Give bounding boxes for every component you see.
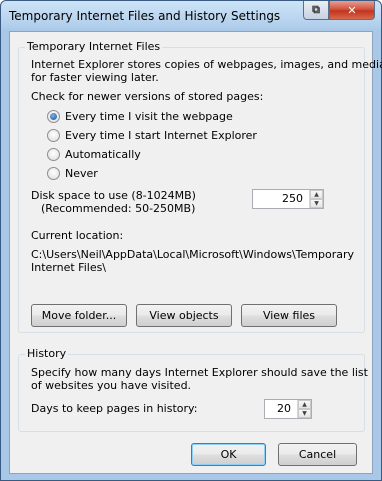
spin-up-icon[interactable]: ▲	[310, 190, 323, 199]
cancel-button[interactable]: Cancel	[278, 443, 357, 466]
temp-files-group: Temporary Internet Files Internet Explor…	[18, 40, 382, 333]
help-button[interactable]: ⧉	[303, 1, 329, 20]
check-versions-label: Check for newer versions of stored pages…	[31, 90, 264, 103]
close-icon: ✕	[347, 3, 357, 17]
help-icon: ⧉	[312, 3, 320, 16]
move-folder-button[interactable]: Move folder...	[31, 304, 127, 327]
history-legend: History	[25, 347, 69, 360]
view-objects-button[interactable]: View objects	[136, 304, 232, 327]
temp-files-description-line1: Internet Explorer stores copies of webpa…	[31, 58, 382, 71]
history-group: History Specify how many days Internet E…	[18, 347, 368, 432]
disk-space-spinner[interactable]: 250 ▲ ▼	[252, 189, 324, 209]
temp-files-legend: Temporary Internet Files	[25, 40, 163, 53]
current-location-path-line2: Internet Files\	[31, 261, 107, 274]
current-location-path-line1: C:\Users\Neil\AppData\Local\Microsoft\Wi…	[31, 248, 355, 261]
temp-files-description-line2: for faster viewing later.	[31, 71, 159, 84]
radio-button[interactable]	[47, 109, 60, 123]
radio-button[interactable]	[47, 147, 60, 161]
radio-button[interactable]	[47, 166, 60, 180]
days-history-spinner[interactable]: 20 ▲ ▼	[264, 399, 312, 419]
radio-label: Every time I visit the webpage	[65, 109, 233, 123]
spin-up-icon[interactable]: ▲	[298, 400, 311, 409]
days-history-arrows: ▲ ▼	[297, 400, 311, 418]
radio-never[interactable]: Never	[47, 166, 98, 180]
days-history-value[interactable]: 20	[265, 400, 297, 418]
radio-label: Never	[65, 166, 98, 180]
ok-button[interactable]: OK	[191, 443, 266, 466]
title-bar[interactable]: Temporary Internet Files and History Set…	[1, 1, 381, 31]
radio-selected-dot	[50, 112, 57, 120]
radio-label: Automatically	[65, 147, 141, 161]
radio-every-start[interactable]: Every time I start Internet Explorer	[47, 128, 257, 142]
radio-every-visit[interactable]: Every time I visit the webpage	[47, 109, 233, 123]
dialog-client-area: Temporary Internet Files Internet Explor…	[9, 31, 382, 474]
spin-down-icon[interactable]: ▼	[298, 409, 311, 418]
history-description-line2: of websites you have visited.	[31, 379, 192, 392]
disk-space-recommended: (Recommended: 50-250MB)	[41, 202, 196, 215]
radio-button[interactable]	[47, 128, 60, 142]
radio-label: Every time I start Internet Explorer	[65, 128, 257, 142]
current-location-label: Current location:	[31, 229, 124, 242]
disk-space-label: Disk space to use (8-1024MB)	[31, 189, 196, 202]
disk-space-value[interactable]: 250	[253, 190, 309, 208]
history-description-line1: Specify how many days Internet Explorer …	[31, 366, 368, 379]
view-files-button[interactable]: View files	[241, 304, 337, 327]
days-history-label: Days to keep pages in history:	[31, 402, 198, 415]
window-title: Temporary Internet Files and History Set…	[9, 9, 281, 23]
close-button[interactable]: ✕	[329, 1, 375, 20]
dialog-window: Temporary Internet Files and History Set…	[0, 0, 382, 481]
spin-down-icon[interactable]: ▼	[310, 199, 323, 208]
radio-automatically[interactable]: Automatically	[47, 147, 141, 161]
disk-space-arrows: ▲ ▼	[309, 190, 323, 208]
